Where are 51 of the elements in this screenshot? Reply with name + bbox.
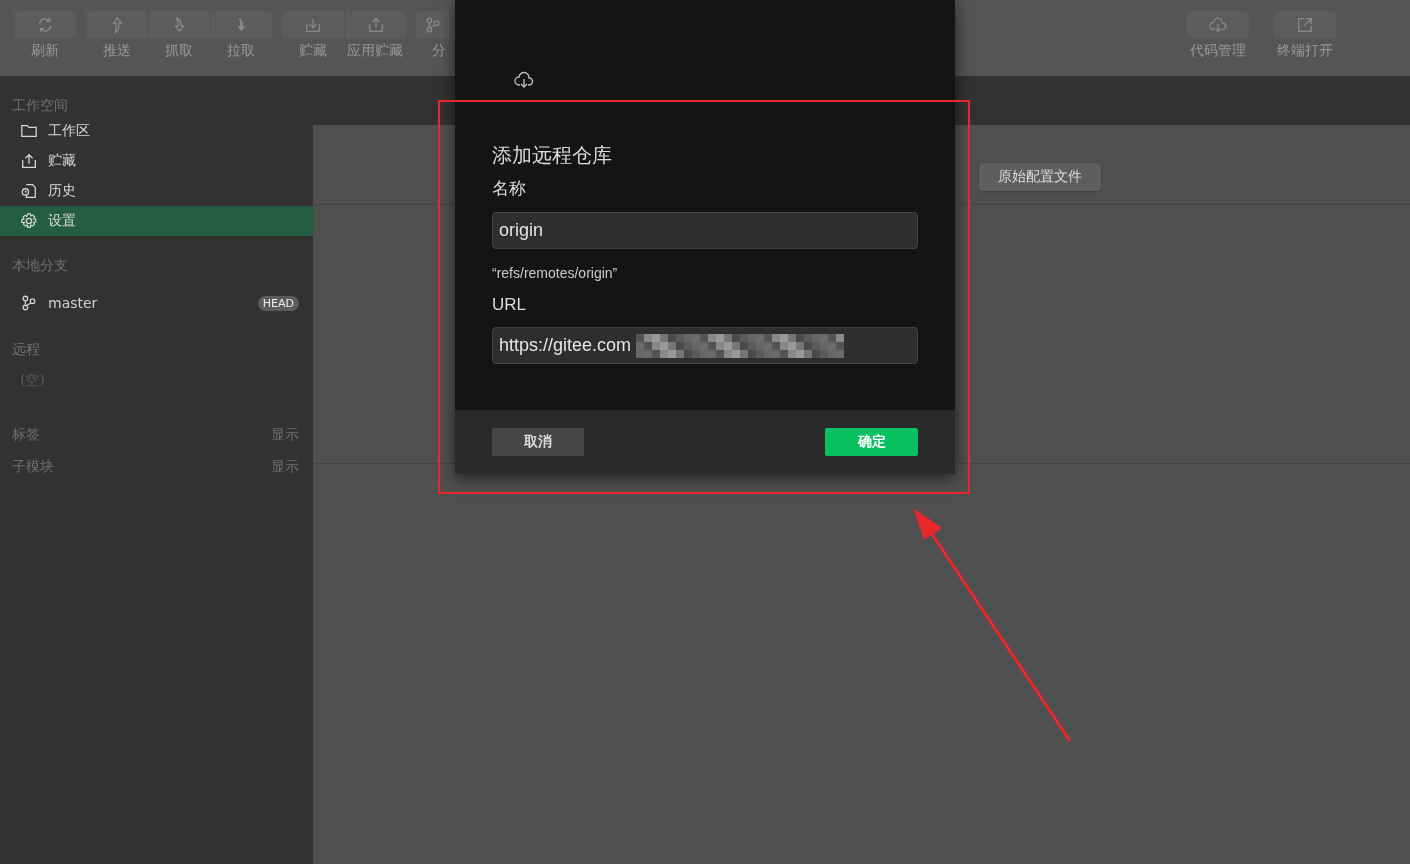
toolbar-label: 应用贮藏 [347,42,403,60]
sidebar-item[interactable]: 设置 [0,206,313,236]
section-header: 本地分支 [12,257,68,275]
sidebar-item-label: 历史 [48,182,76,200]
raw-config-button[interactable]: 原始配置文件 [979,163,1101,191]
sidebar-item-label: 设置 [48,212,76,230]
toolbar-label: 贮藏 [299,42,327,60]
section-header: 远程 [12,341,40,359]
tray-out-icon [366,15,385,34]
settings-icon [20,212,38,230]
toolbar-label: 终端打开 [1277,42,1333,60]
toolbar-button[interactable] [14,11,76,38]
toolbar-button[interactable] [210,11,272,38]
branch-name[interactable]: master [48,295,98,311]
cloud-icon [1209,15,1227,34]
dialog-title: 添加远程仓库 [492,142,612,169]
toolbar-label: 拉取 [227,42,255,60]
sidebar-item[interactable]: 贮藏 [0,146,313,176]
tray-out-icon [20,152,38,170]
head-badge: HEAD [257,295,299,311]
name-field[interactable]: origin [492,212,918,249]
external-link-icon [1296,15,1314,34]
toolbar-button[interactable] [416,11,450,38]
toolbar-label: 刷新 [31,42,59,60]
field-label: URL [492,295,526,315]
sidebar-item-label: 贮藏 [48,152,76,170]
cancel-button[interactable]: 取消 [492,428,584,456]
sidebar-item-label: 工作区 [48,122,90,140]
toolbar-button[interactable] [86,11,148,38]
field-label: 名称 [492,178,526,200]
cloud-icon [514,70,534,90]
toolbar-label: 代码管理 [1190,42,1246,60]
toolbar-label: 推送 [103,42,131,60]
folder-icon [20,122,38,140]
ref-path-hint: “refs/remotes/origin” [492,265,618,281]
toolbar-button[interactable] [344,11,406,38]
branch-icon [424,15,442,34]
branch-icon [20,294,38,312]
sidebar-item[interactable]: 历史 [0,176,313,206]
section-header: 标签 [12,426,40,444]
refresh-icon [36,15,54,34]
toolbar-label: 抓取 [165,42,193,60]
history-icon [20,182,38,200]
toolbar-button[interactable] [1187,11,1249,38]
section-header: 工作空间 [12,97,68,115]
sidebar-item[interactable]: 工作区 [0,116,313,146]
toolbar-button[interactable] [282,11,344,38]
section-header: 子模块 [12,458,54,476]
toolbar-button[interactable] [1274,11,1336,38]
toolbar-label: 分 [432,42,446,60]
toolbar-button[interactable] [148,11,210,38]
